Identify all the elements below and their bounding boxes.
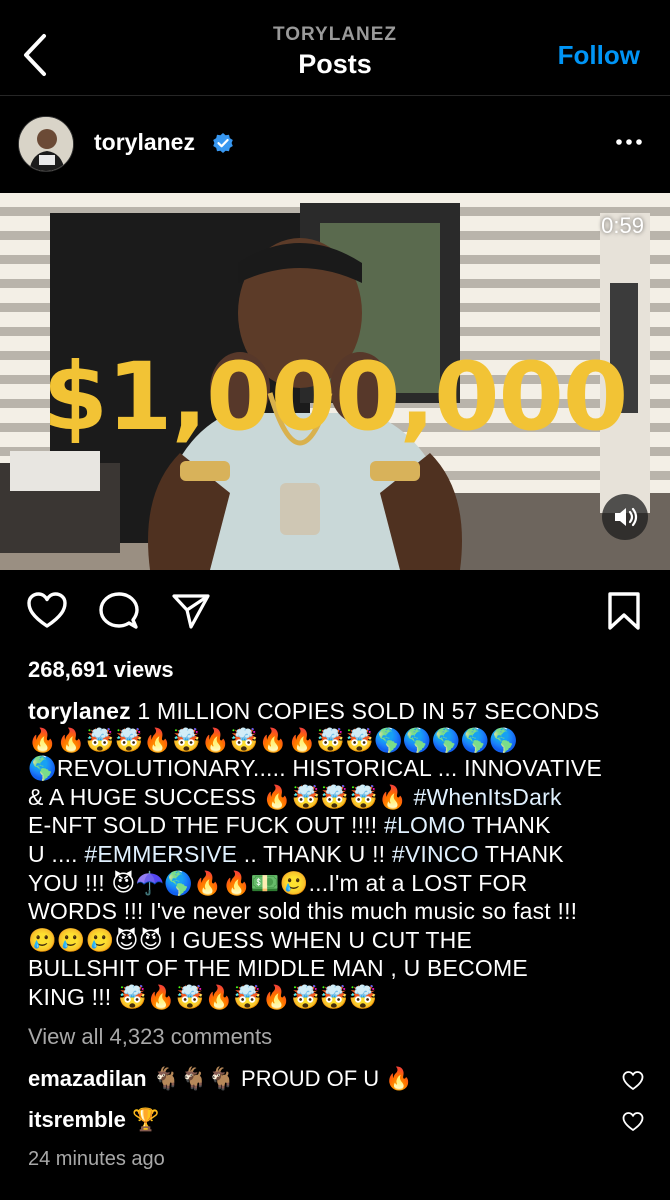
heart-outline-icon[interactable] (622, 1070, 644, 1092)
caption-line: KING !!! 🤯🔥🤯🔥🤯🔥🤯🤯🤯 (28, 983, 378, 1010)
caption-line: BULLSHIT OF THE MIDDLE MAN , U BECOME (28, 955, 528, 982)
post-username[interactable]: torylanez (94, 129, 195, 156)
heart-outline-icon[interactable] (622, 1111, 644, 1133)
comment-row: emazadilan 🐐🐐🐐 PROUD OF U 🔥 (28, 1066, 413, 1092)
caption-text: & A HUGE SUCCESS 🔥🤯🤯🤯🔥 (28, 783, 414, 810)
speaker-icon[interactable] (602, 494, 648, 540)
heart-icon[interactable] (26, 590, 68, 632)
post-video[interactable]: 0:59 $1,000,000 (0, 193, 670, 570)
comment-icon[interactable] (98, 590, 140, 632)
hashtag-link[interactable]: #WhenItsDark (414, 784, 562, 810)
avatar[interactable] (18, 116, 74, 172)
hashtag-link[interactable]: #LOMO (384, 812, 466, 838)
comment-text: 🏆 (131, 1107, 160, 1132)
comment-text: 🐐🐐🐐 PROUD OF U 🔥 (152, 1066, 413, 1091)
verified-badge-icon (213, 133, 233, 153)
send-icon[interactable] (170, 590, 212, 632)
bookmark-icon[interactable] (604, 590, 644, 632)
caption-line: YOU !!! 😈☂️🌎🔥🔥💵🥲...I'm at a LOST FOR (28, 869, 528, 896)
post-actions (0, 590, 670, 640)
caption-line: & A HUGE SUCCESS 🔥🤯🤯🤯🔥 #WhenItsDark (28, 783, 648, 812)
comment-row: itsremble 🏆 (28, 1107, 159, 1133)
caption-line: 🌎REVOLUTIONARY..... HISTORICAL ... INNOV… (28, 755, 603, 782)
caption-line: E-NFT SOLD THE FUCK OUT !!!! #LOMO THANK (28, 811, 648, 840)
post-header: torylanez (0, 96, 670, 192)
top-bar: TORYLANEZ Posts Follow (0, 0, 670, 96)
caption-username[interactable]: torylanez (28, 698, 131, 724)
caption-text: 1 MILLION COPIES SOLD IN 57 SECONDS (137, 698, 600, 724)
caption-line: 🥲🥲🥲😈😈 I GUESS WHEN U CUT THE (28, 926, 473, 953)
comment-username[interactable]: itsremble (28, 1107, 126, 1132)
hashtag-link[interactable]: #EMMERSIVE (84, 841, 237, 867)
hashtag-link[interactable]: #VINCO (392, 841, 479, 867)
video-duration: 0:59 (601, 213, 644, 238)
view-all-comments-link[interactable]: View all 4,323 comments (28, 1024, 272, 1050)
caption-text: E-NFT SOLD THE FUCK OUT !!!! (28, 812, 384, 839)
caption-line: WORDS !!! I've never sold this much musi… (28, 898, 578, 925)
caption-line: torylanez 1 MILLION COPIES SOLD IN 57 SE… (28, 697, 648, 726)
more-horizontal-icon[interactable] (614, 132, 644, 152)
follow-button[interactable]: Follow (558, 40, 640, 71)
post-timestamp: 24 minutes ago (28, 1148, 165, 1170)
caption-text: THANK (478, 840, 564, 867)
caption-text: U .... (28, 840, 85, 867)
comment-username[interactable]: emazadilan (28, 1066, 147, 1091)
caption-text: .. THANK U !! (237, 840, 392, 867)
post-caption: torylanez 1 MILLION COPIES SOLD IN 57 SE… (28, 697, 648, 1012)
view-count[interactable]: 268,691 views (28, 657, 174, 683)
caption-text: THANK (465, 812, 551, 839)
caption-line: U .... #EMMERSIVE .. THANK U !! #VINCO T… (28, 840, 648, 869)
caption-line: 🔥🔥🤯🤯🔥🤯🔥🤯🔥🔥🤯🤯🌎🌎🌎🌎🌎 (28, 726, 519, 753)
video-overlay-text: $1,000,000 (42, 343, 629, 452)
